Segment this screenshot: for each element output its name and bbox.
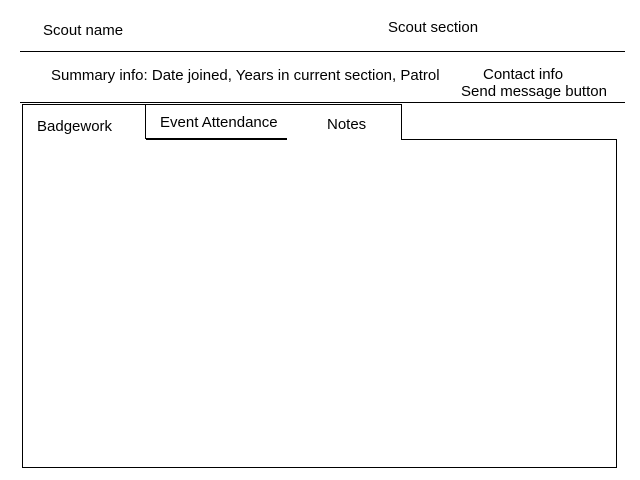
tab-event-attendance[interactable]: Event Attendance bbox=[145, 104, 288, 139]
contact-info: Contact info bbox=[483, 66, 564, 83]
scout-name: Scout name bbox=[43, 22, 124, 39]
tab-badgework-label: Badgework bbox=[37, 118, 113, 135]
header-divider bbox=[20, 51, 625, 52]
summary-info: Summary info: Date joined, Years in curr… bbox=[51, 67, 440, 84]
tab-content-panel bbox=[22, 139, 617, 468]
scout-section: Scout section bbox=[388, 19, 479, 36]
tab-event-attendance-label: Event Attendance bbox=[160, 114, 278, 131]
tab-badgework[interactable]: Badgework bbox=[22, 104, 146, 140]
tab-notes[interactable]: Notes bbox=[287, 104, 402, 140]
tab-notes-label: Notes bbox=[327, 116, 367, 133]
send-message-button[interactable]: Send message button bbox=[461, 83, 607, 100]
summary-divider bbox=[20, 102, 625, 103]
